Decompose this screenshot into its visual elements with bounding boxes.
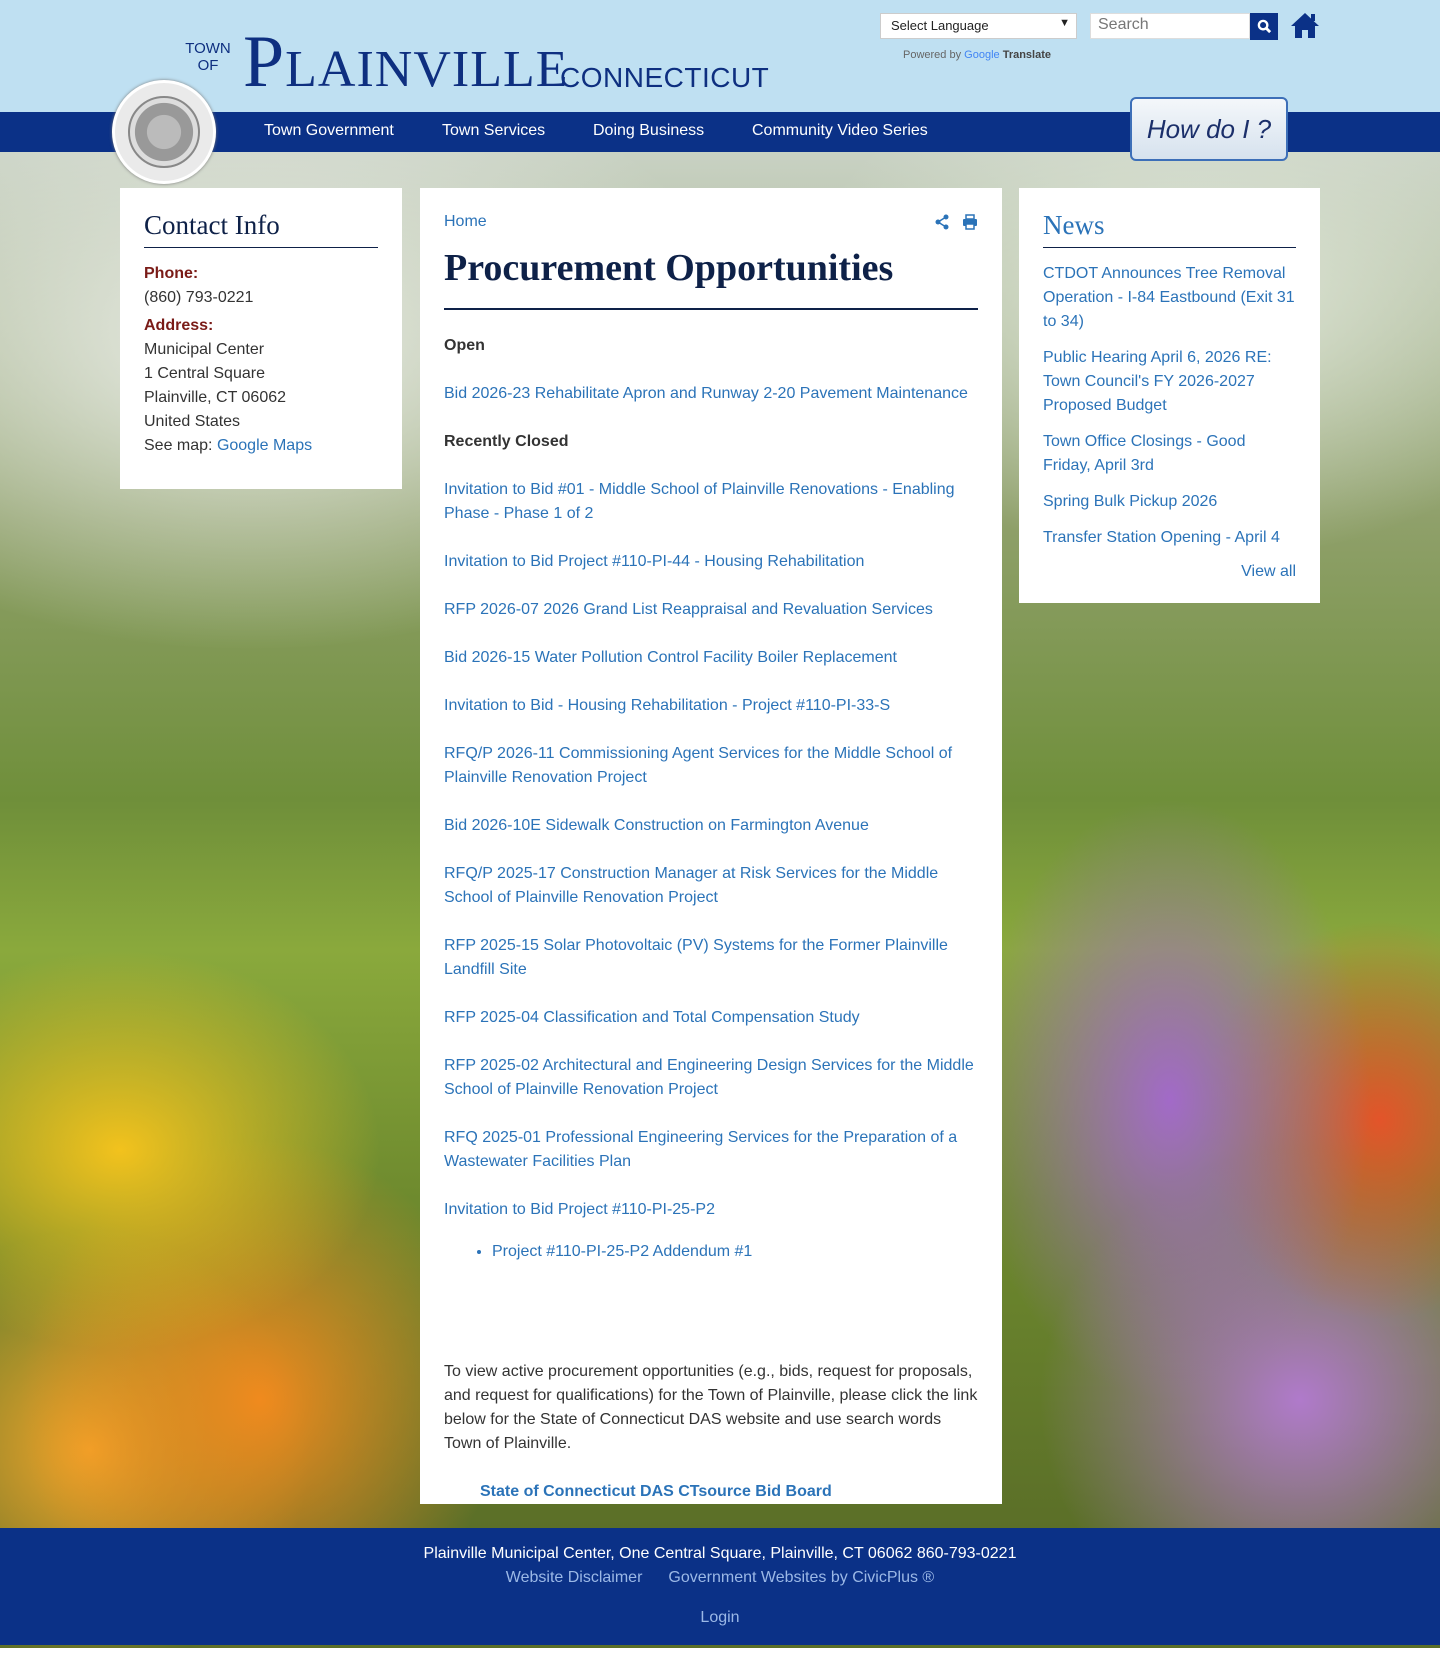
print-icon[interactable] — [962, 214, 978, 230]
website-disclaimer-link[interactable]: Website Disclaimer — [506, 1569, 643, 1586]
news-item-link[interactable]: Town Office Closings - Good Friday, Apri… — [1043, 433, 1245, 474]
footer-address: Plainville Municipal Center, One Central… — [423, 1545, 1017, 1562]
closed-bid-link[interactable]: RFP 2025-04 Classification and Total Com… — [444, 1009, 860, 1026]
closed-bid-link[interactable]: RFP 2026-07 2026 Grand List Reappraisal … — [444, 601, 933, 618]
addendum-link[interactable]: Project #110-PI-25-P2 Addendum #1 — [492, 1243, 752, 1260]
contact-info-title: Contact Info — [144, 210, 378, 248]
logo-town-of: TOWN OF — [183, 40, 233, 74]
closed-bid-link[interactable]: Invitation to Bid Project #110-PI-25-P2 — [444, 1201, 715, 1218]
search-icon — [1257, 19, 1271, 34]
page-tools — [934, 214, 978, 230]
open-bid-link[interactable]: Bid 2026-23 Rehabilitate Apron and Runwa… — [444, 385, 968, 402]
breadcrumb-home[interactable]: Home — [444, 213, 487, 230]
logo-plainville[interactable]: Plainville — [243, 22, 569, 102]
see-map: See map: Google Maps — [144, 434, 378, 458]
translate-link[interactable]: Translate — [1003, 49, 1051, 61]
closed-bid-link[interactable]: Bid 2026-10E Sidewalk Construction on Fa… — [444, 817, 869, 834]
language-select-value: Select Language — [891, 18, 989, 33]
news-title: News — [1043, 210, 1296, 248]
phone-value: (860) 793-0221 — [144, 289, 254, 306]
nav-town-government[interactable]: Town Government — [264, 122, 394, 140]
search-input[interactable]: Search — [1090, 13, 1250, 39]
powered-by-google-translate: Powered by Google Translate — [903, 49, 1051, 61]
closed-bid-link[interactable]: Bid 2026-15 Water Pollution Control Faci… — [444, 649, 897, 666]
nav-town-services[interactable]: Town Services — [442, 122, 545, 140]
sub-list: Project #110-PI-25-P2 Addendum #1 — [492, 1240, 978, 1264]
address-line: Plainville, CT 06062 — [144, 389, 287, 406]
how-do-i-button[interactable]: How do I ? — [1130, 97, 1288, 161]
see-map-label: See map: — [144, 437, 213, 454]
open-heading: Open — [444, 337, 485, 354]
site-footer: Plainville Municipal Center, One Central… — [0, 1528, 1440, 1645]
search-button[interactable] — [1250, 13, 1278, 40]
address-label: Address: — [144, 317, 214, 334]
address-line: United States — [144, 413, 241, 430]
closed-bid-link[interactable]: RFQ 2025-01 Professional Engineering Ser… — [444, 1129, 957, 1170]
nav-community-video-series[interactable]: Community Video Series — [752, 122, 928, 140]
google-maps-link[interactable]: Google Maps — [217, 437, 312, 454]
news-item-link[interactable]: Spring Bulk Pickup 2026 — [1043, 493, 1217, 510]
view-all-news-link[interactable]: View all — [1241, 563, 1296, 580]
contact-info-panel: Contact Info Phone: (860) 793-0221 Addre… — [120, 188, 402, 489]
recently-closed-heading: Recently Closed — [444, 433, 569, 450]
main-content: Home Procurement Opportunities Open Bid … — [420, 188, 1002, 1504]
nav-doing-business[interactable]: Doing Business — [593, 122, 704, 140]
language-select[interactable]: Select Language ▼ — [880, 13, 1077, 39]
google-logo: Google — [964, 49, 1000, 61]
site-header: TOWN OF Plainville CONNECTICUT Select Lan… — [0, 0, 1440, 112]
address-line: 1 Central Square — [144, 365, 265, 382]
chevron-down-icon: ▼ — [1059, 17, 1070, 29]
page-title: Procurement Opportunities — [444, 246, 978, 310]
powered-by-label: Powered by — [903, 49, 962, 61]
closed-list: Invitation to Bid #01 - Middle School of… — [444, 478, 978, 1222]
civicplus-link[interactable]: Government Websites by CivicPlus ® — [668, 1569, 934, 1586]
procurement-note: To view active procurement opportunities… — [444, 1363, 978, 1452]
closed-bid-link[interactable]: Invitation to Bid #01 - Middle School of… — [444, 481, 955, 522]
closed-bid-link[interactable]: RFQ/P 2025-17 Construction Manager at Ri… — [444, 865, 938, 906]
news-item-link[interactable]: CTDOT Announces Tree Removal Operation -… — [1043, 265, 1295, 330]
closed-bid-link[interactable]: Invitation to Bid - Housing Rehabilitati… — [444, 697, 890, 714]
news-list: CTDOT Announces Tree Removal Operation -… — [1043, 262, 1296, 550]
logo-of: OF — [197, 57, 219, 74]
closed-bid-link[interactable]: Invitation to Bid Project #110-PI-44 - H… — [444, 553, 864, 570]
closed-bid-link[interactable]: RFP 2025-02 Architectural and Engineerin… — [444, 1057, 974, 1098]
news-item-link[interactable]: Public Hearing April 6, 2026 RE: Town Co… — [1043, 349, 1272, 414]
home-icon[interactable] — [1290, 11, 1320, 39]
share-icon[interactable] — [934, 214, 950, 230]
login-link[interactable]: Login — [700, 1609, 739, 1626]
closed-bid-link[interactable]: RFP 2025-15 Solar Photovoltaic (PV) Syst… — [444, 937, 948, 978]
news-item-link[interactable]: Transfer Station Opening - April 4 — [1043, 529, 1280, 546]
address-line: Municipal Center — [144, 341, 265, 358]
logo-connecticut: CONNECTICUT — [560, 62, 770, 93]
closed-bid-link[interactable]: RFQ/P 2026-11 Commissioning Agent Servic… — [444, 745, 952, 786]
page-bottom — [0, 1648, 1440, 1654]
phone-label: Phone: — [144, 265, 199, 282]
das-bid-board-link[interactable]: State of Connecticut DAS CTsource Bid Bo… — [480, 1483, 832, 1500]
news-panel: News CTDOT Announces Tree Removal Operat… — [1019, 188, 1320, 603]
logo-town: TOWN — [185, 40, 231, 57]
town-seal[interactable] — [112, 80, 216, 184]
